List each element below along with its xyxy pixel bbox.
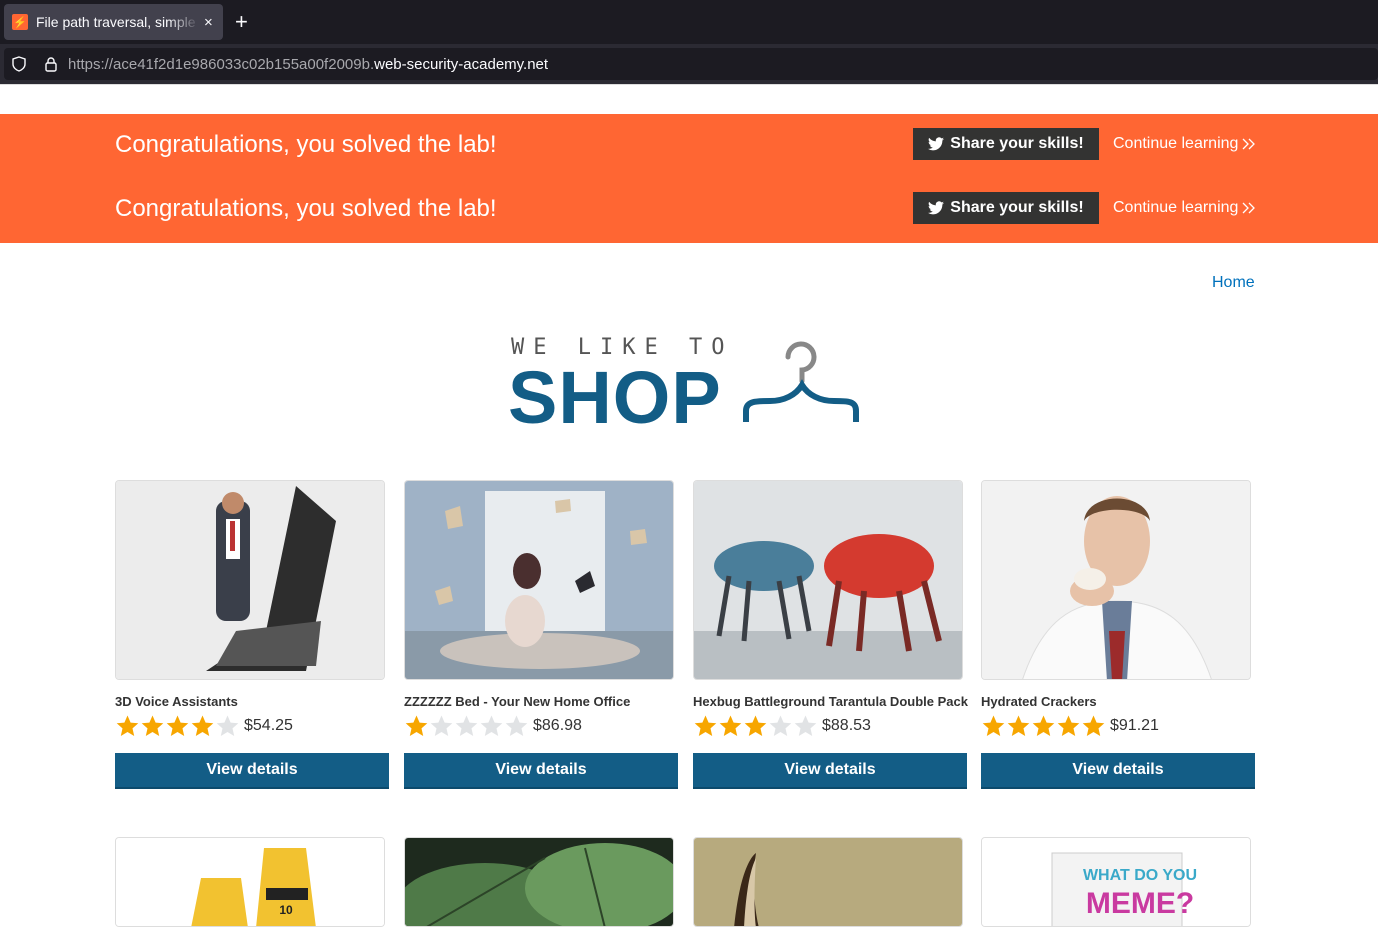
product-image[interactable]: WHAT DO YOU MEME? bbox=[981, 837, 1251, 927]
double-chevron-right-icon bbox=[1242, 202, 1256, 214]
view-details-button[interactable]: View details bbox=[981, 753, 1255, 789]
star-rating bbox=[115, 714, 240, 738]
star-filled-icon bbox=[141, 715, 164, 736]
share-skills-label: Share your skills! bbox=[950, 135, 1084, 152]
product-rating: $54.25 bbox=[115, 714, 293, 738]
product-image[interactable] bbox=[693, 480, 963, 680]
twitter-icon bbox=[928, 137, 945, 151]
continue-learning-link[interactable]: Continue learning bbox=[1113, 135, 1256, 153]
banner-row: Congratulations, you solved the lab! Sha… bbox=[0, 114, 1378, 178]
product-image[interactable] bbox=[404, 480, 674, 680]
star-filled-icon bbox=[694, 715, 717, 736]
view-details-button[interactable]: View details bbox=[115, 753, 389, 789]
star-rating bbox=[693, 714, 818, 738]
product-image[interactable] bbox=[115, 480, 385, 680]
view-details-button[interactable]: View details bbox=[693, 753, 967, 789]
banner-row: Congratulations, you solved the lab! Sha… bbox=[0, 178, 1378, 242]
congrats-message: Congratulations, you solved the lab! bbox=[115, 131, 497, 158]
product-image[interactable] bbox=[981, 480, 1251, 680]
address-bar[interactable]: https://ace41f2d1e986033c02b155a00f2009b… bbox=[4, 48, 1378, 80]
star-empty-icon bbox=[480, 715, 503, 736]
star-filled-icon bbox=[405, 715, 428, 736]
url-prefix: https://ace41f2d1e986033c02b155a00f2009b… bbox=[68, 55, 375, 73]
product-price: $86.98 bbox=[533, 717, 582, 734]
tab-title: File path traversal, simple case bbox=[36, 14, 200, 30]
star-filled-icon bbox=[1057, 715, 1080, 736]
star-filled-icon bbox=[191, 715, 214, 736]
star-filled-icon bbox=[982, 715, 1005, 736]
continue-learning-link[interactable]: Continue learning bbox=[1113, 199, 1256, 217]
star-filled-icon bbox=[1032, 715, 1055, 736]
share-skills-label: Share your skills! bbox=[950, 199, 1084, 216]
lock-icon[interactable] bbox=[42, 55, 60, 73]
product-name: 3D Voice Assistants bbox=[115, 694, 238, 709]
product-price: $91.21 bbox=[1110, 717, 1159, 734]
product-name: Hexbug Battleground Tarantula Double Pac… bbox=[693, 694, 968, 709]
new-tab-icon[interactable]: + bbox=[235, 10, 248, 34]
lab-solved-banner: Congratulations, you solved the lab! Sha… bbox=[0, 114, 1378, 243]
star-empty-icon bbox=[794, 715, 817, 736]
product-rating: $91.21 bbox=[981, 714, 1159, 738]
star-empty-icon bbox=[216, 715, 239, 736]
url-domain: web-security-academy.net bbox=[374, 55, 549, 73]
product-name: ZZZZZZ Bed - Your New Home Office bbox=[404, 694, 631, 709]
browser-tab[interactable]: ⚡ File path traversal, simple case × bbox=[4, 4, 223, 40]
star-empty-icon bbox=[505, 715, 528, 736]
star-empty-icon bbox=[455, 715, 478, 736]
star-filled-icon bbox=[719, 715, 742, 736]
product-rating: $88.53 bbox=[693, 714, 871, 738]
congrats-message: Congratulations, you solved the lab! bbox=[115, 195, 497, 222]
product-rating: $86.98 bbox=[404, 714, 582, 738]
web-page: Congratulations, you solved the lab! Sha… bbox=[0, 84, 1378, 927]
product-image[interactable] bbox=[693, 837, 963, 927]
star-filled-icon bbox=[744, 715, 767, 736]
product-image[interactable] bbox=[404, 837, 674, 927]
product-name: Hydrated Crackers bbox=[981, 694, 1097, 709]
url-text[interactable]: https://ace41f2d1e986033c02b155a00f2009b… bbox=[68, 56, 548, 73]
twitter-icon bbox=[928, 201, 945, 215]
shield-icon[interactable] bbox=[10, 55, 28, 73]
home-link[interactable]: Home bbox=[1212, 274, 1255, 292]
star-empty-icon bbox=[430, 715, 453, 736]
product-price: $54.25 bbox=[244, 717, 293, 734]
product-image-text: WHAT DO YOU bbox=[1083, 867, 1197, 884]
share-skills-button[interactable]: Share your skills! bbox=[913, 192, 1099, 224]
lightning-favicon-icon: ⚡ bbox=[12, 14, 28, 30]
double-chevron-right-icon bbox=[1242, 138, 1256, 150]
product-image[interactable]: 10 bbox=[115, 837, 385, 927]
product-image-text: MEME? bbox=[1086, 887, 1194, 920]
star-filled-icon bbox=[1082, 715, 1105, 736]
hanger-icon bbox=[743, 341, 859, 422]
shop-logo: WE LIKE TO SHOP bbox=[508, 335, 868, 439]
view-details-button[interactable]: View details bbox=[404, 753, 678, 789]
star-rating bbox=[981, 714, 1106, 738]
continue-learning-label: Continue learning bbox=[1113, 135, 1239, 152]
star-filled-icon bbox=[166, 715, 189, 736]
close-tab-icon[interactable]: × bbox=[204, 14, 213, 31]
browser-nav-bar: https://ace41f2d1e986033c02b155a00f2009b… bbox=[0, 44, 1378, 84]
star-filled-icon bbox=[1007, 715, 1030, 736]
continue-learning-label: Continue learning bbox=[1113, 199, 1239, 216]
star-filled-icon bbox=[116, 715, 139, 736]
share-skills-button[interactable]: Share your skills! bbox=[913, 128, 1099, 160]
browser-tab-bar: ⚡ File path traversal, simple case × + bbox=[0, 0, 1378, 44]
product-price: $88.53 bbox=[822, 717, 871, 734]
logo-shop-text: SHOP bbox=[508, 356, 722, 439]
star-rating bbox=[404, 714, 529, 738]
product-image-text: 10 bbox=[279, 903, 293, 917]
star-empty-icon bbox=[769, 715, 792, 736]
